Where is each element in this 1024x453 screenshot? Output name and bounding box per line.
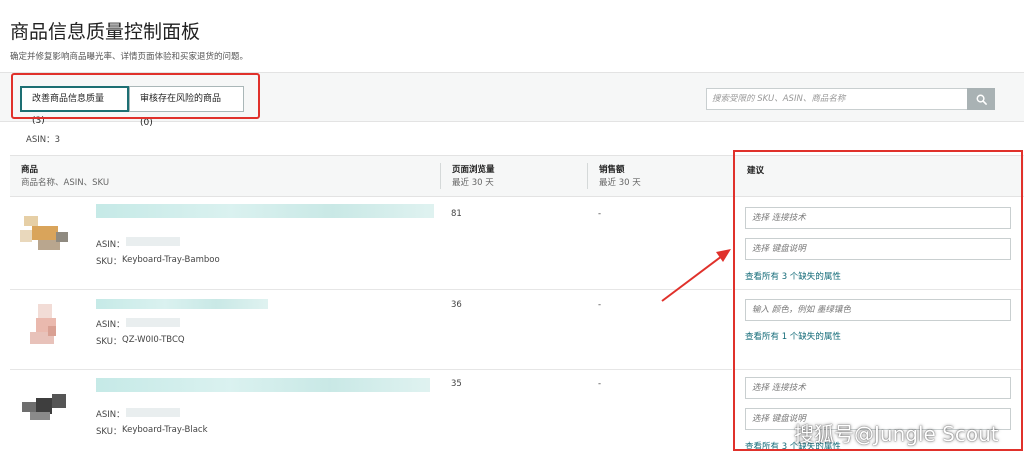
watermark: 搜狐号@Jungle Scout (794, 422, 999, 446)
red-arrow-annotation (661, 249, 731, 302)
